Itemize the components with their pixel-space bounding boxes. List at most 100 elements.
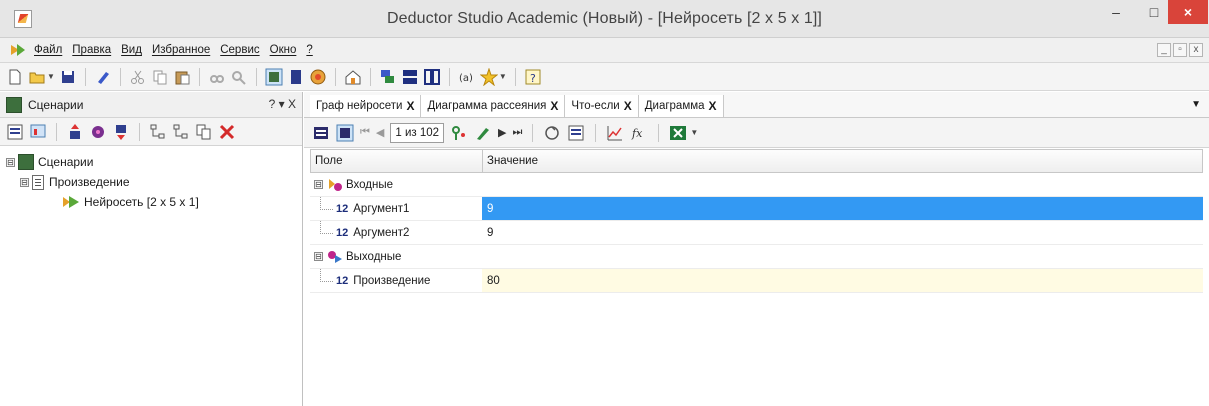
toolbar-separator: [119, 67, 121, 86]
export-dropdown-arrow-icon[interactable]: ▼: [690, 128, 698, 137]
toolbar-separator: [448, 67, 450, 86]
settings-icon[interactable]: [567, 124, 585, 142]
paste-icon[interactable]: [173, 68, 191, 86]
calculate-icon[interactable]: [450, 124, 468, 142]
group-label: Входные: [346, 178, 394, 191]
collapse-toggle-icon[interactable]: ⊟: [314, 180, 323, 189]
inputs-icon: [329, 178, 342, 191]
olap-icon[interactable]: [309, 68, 327, 86]
find-next-icon[interactable]: [230, 68, 248, 86]
tile-vertical-icon[interactable]: [423, 68, 441, 86]
group-value-cell: [482, 173, 1203, 196]
copy-icon[interactable]: [151, 68, 169, 86]
record-indicator[interactable]: 1 из 102: [390, 122, 445, 143]
tree-node-scenarios[interactable]: ⊟ Сценарии: [6, 152, 302, 172]
column-header-field[interactable]: Поле: [311, 150, 483, 172]
chart-icon[interactable]: [606, 124, 624, 142]
open-folder-icon[interactable]: [28, 68, 46, 86]
text-file-icon: [32, 174, 44, 190]
delete-icon[interactable]: [218, 123, 236, 141]
menu-favorites[interactable]: Избранное: [152, 44, 210, 56]
tile-horizontal-icon[interactable]: [401, 68, 419, 86]
export-icon[interactable]: [112, 123, 130, 141]
data-panel-icon[interactable]: [287, 68, 305, 86]
tab-close-icon[interactable]: X: [550, 99, 558, 113]
numeric-type-icon: 12: [336, 226, 349, 239]
menu-file[interactable]: Файл: [34, 44, 62, 56]
wizard-icon[interactable]: [94, 68, 112, 86]
menu-edit[interactable]: Правка: [72, 44, 111, 56]
tabs-dropdown-icon[interactable]: ▼: [1191, 99, 1201, 110]
value-cell[interactable]: 9: [482, 197, 1203, 220]
scenario-tree-2-icon[interactable]: [172, 123, 190, 141]
tab-close-icon[interactable]: X: [709, 99, 717, 113]
column-header-value[interactable]: Значение: [483, 150, 1202, 172]
mdi-restore-button[interactable]: ▫: [1173, 43, 1187, 57]
value-cell[interactable]: 9: [482, 221, 1203, 244]
table-row[interactable]: 12 Аргумент1 9: [310, 197, 1203, 221]
mdi-close-button[interactable]: x: [1189, 43, 1203, 57]
tab-network-graph[interactable]: Граф нейросети X: [310, 95, 422, 117]
first-record-icon[interactable]: ⏮: [360, 126, 370, 139]
tab-close-icon[interactable]: X: [624, 99, 632, 113]
export-excel-icon[interactable]: [669, 124, 687, 142]
mdi-minimize-button[interactable]: _: [1157, 43, 1171, 57]
home-icon[interactable]: [344, 68, 362, 86]
collapse-toggle-icon[interactable]: ⊟: [20, 177, 29, 187]
what-if-grid: Поле Значение ⊟ Входные 12 Аргумент1 9 1…: [310, 149, 1203, 293]
toolbar-separator: [532, 123, 534, 142]
scenario-panel-icon[interactable]: [265, 68, 283, 86]
tab-what-if[interactable]: Что-если X: [565, 95, 639, 117]
import-icon[interactable]: [66, 123, 84, 141]
menu-view[interactable]: Вид: [121, 44, 142, 56]
toolbar-separator: [658, 123, 660, 142]
svg-text:?: ?: [530, 72, 536, 85]
group-label-cell: ⊟ Выходные: [310, 245, 482, 268]
visualizers-icon[interactable]: [29, 123, 47, 141]
collapse-toggle-icon[interactable]: ⊟: [314, 252, 323, 261]
find-icon[interactable]: [208, 68, 226, 86]
panel-controls[interactable]: ? ▾ X: [269, 97, 296, 111]
group-row-outputs[interactable]: ⊟ Выходные: [310, 245, 1203, 269]
tab-scatter-diagram[interactable]: Диаграмма рассеяния X: [421, 95, 566, 117]
table-view-icon[interactable]: [312, 124, 330, 142]
open-dropdown-arrow-icon[interactable]: ▼: [47, 72, 55, 81]
favorites-dropdown-arrow-icon[interactable]: ▼: [499, 72, 507, 81]
favorites-star-icon[interactable]: [479, 67, 498, 86]
prev-record-icon[interactable]: ◀: [376, 126, 384, 139]
edit-value-icon[interactable]: [474, 124, 492, 142]
table-row[interactable]: 12 Аргумент2 9: [310, 221, 1203, 245]
tree-view-icon[interactable]: [336, 124, 354, 142]
tab-diagram[interactable]: Диаграмма X: [638, 95, 724, 117]
cut-icon[interactable]: [129, 68, 147, 86]
tab-label: Диаграмма рассеяния: [427, 100, 547, 112]
last-record-icon[interactable]: ⏭: [513, 126, 523, 139]
properties-icon[interactable]: [6, 123, 24, 141]
close-button[interactable]: ×: [1168, 0, 1208, 24]
group-row-inputs[interactable]: ⊟ Входные: [310, 173, 1203, 197]
tab-close-icon[interactable]: X: [406, 99, 414, 113]
process-icon[interactable]: [89, 123, 107, 141]
formula-icon[interactable]: fx: [630, 124, 648, 142]
minimize-button[interactable]: –: [1096, 0, 1136, 24]
reset-icon[interactable]: [543, 124, 561, 142]
next-record-icon[interactable]: ▶: [498, 126, 506, 139]
tree-node-product[interactable]: ⊟ Произведение: [6, 172, 302, 192]
save-icon[interactable]: [59, 68, 77, 86]
menu-help[interactable]: ?: [306, 44, 312, 56]
outputs-icon: [328, 250, 342, 263]
main-toolbar: ▼ (a) ▼ ?: [0, 63, 1209, 91]
variables-icon[interactable]: (a): [458, 68, 476, 86]
field-name: Произведение: [353, 274, 431, 287]
field-name: Аргумент2: [353, 226, 410, 239]
collapse-toggle-icon[interactable]: ⊟: [6, 157, 15, 167]
scenario-tree-icon[interactable]: [149, 123, 167, 141]
new-file-icon[interactable]: [6, 68, 24, 86]
copy-node-icon[interactable]: [195, 123, 213, 141]
table-row[interactable]: 12 Произведение 80: [310, 269, 1203, 293]
help-icon[interactable]: ?: [524, 68, 542, 86]
tree-node-neuralnet[interactable]: Нейросеть [2 x 5 x 1]: [6, 192, 302, 212]
menu-window[interactable]: Окно: [270, 44, 297, 56]
cascade-icon[interactable]: [379, 68, 397, 86]
menu-service[interactable]: Сервис: [220, 44, 259, 56]
